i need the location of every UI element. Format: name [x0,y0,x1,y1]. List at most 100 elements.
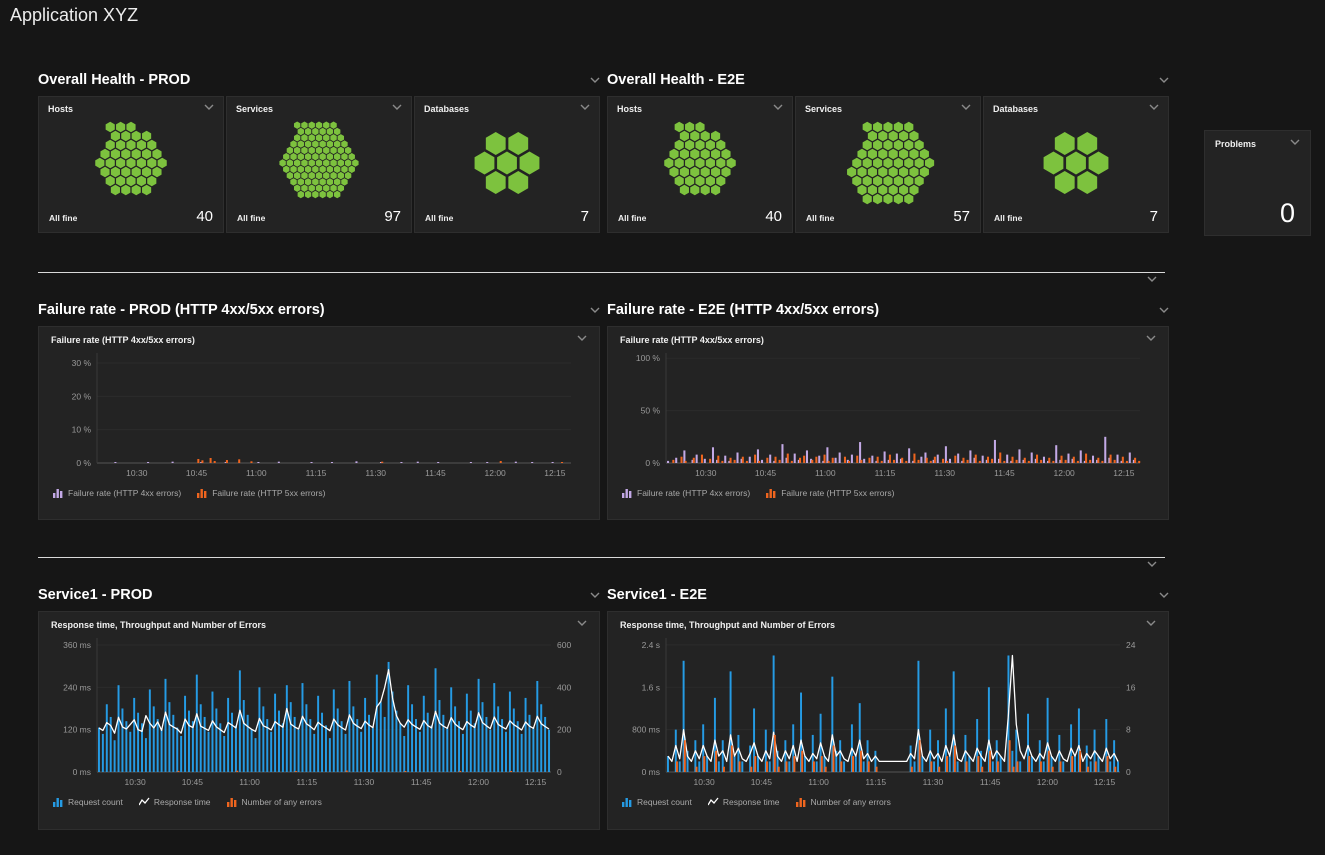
legend-item[interactable]: Request count [622,797,692,807]
svg-text:11:45: 11:45 [425,468,446,478]
chevron-down-icon[interactable] [204,104,214,111]
svg-text:12:00: 12:00 [1054,468,1076,478]
health-tile-services[interactable]: Services All fine 97 [226,96,412,233]
legend-label: Failure rate (HTTP 5xx errors) [781,488,894,498]
failure-rate-chart-tile[interactable]: Failure rate (HTTP 4xx/5xx errors) 0 %10… [38,326,600,520]
chart-title: Response time, Throughput and Number of … [51,620,266,630]
legend-item[interactable]: Failure rate (HTTP 4xx errors) [622,488,750,498]
failure-rate-chart-tile[interactable]: Failure rate (HTTP 4xx/5xx errors) 0 %50… [607,326,1169,520]
chevron-down-icon[interactable] [1147,561,1157,568]
chevron-down-icon[interactable] [590,592,600,599]
section-title: Failure rate - PROD (HTTP 4xx/5xx errors… [38,302,325,318]
chevron-down-icon[interactable] [577,335,587,342]
chevron-down-icon[interactable] [590,307,600,314]
failure-rate-chart-canvas[interactable]: 0 %10 %20 %30 %10:3010:4511:0011:1511:30… [51,345,587,481]
status-label: All fine [618,213,646,223]
svg-text:16: 16 [1126,682,1136,692]
legend-item[interactable]: Response time [708,797,780,807]
health-tile-services[interactable]: Services All fine 57 [795,96,981,233]
svg-text:24: 24 [1126,640,1136,650]
service-metrics-chart-canvas[interactable]: 0 ms800 ms1.6 s2.4 s08162410:3010:4511:0… [620,630,1156,790]
svg-text:10:45: 10:45 [755,468,777,478]
chevron-down-icon[interactable] [1159,592,1169,599]
service-metrics-chart-tile[interactable]: Response time, Throughput and Number of … [607,611,1169,830]
legend-item[interactable]: Failure rate (HTTP 5xx errors) [197,488,325,498]
chevron-down-icon[interactable] [1159,307,1169,314]
svg-text:30 %: 30 % [72,358,92,368]
section-title: Overall Health - PROD [38,72,190,88]
svg-text:200: 200 [557,725,571,735]
dashboard: Application XYZ Overall Health - PROD Ho… [0,0,1325,855]
entity-count: 40 [196,208,213,225]
health-tile-hosts[interactable]: Hosts All fine 40 [607,96,793,233]
svg-text:11:30: 11:30 [354,777,375,787]
status-label: All fine [425,213,453,223]
hexagon-health-grid [805,121,971,205]
svg-text:800 ms: 800 ms [632,725,660,735]
chevron-down-icon[interactable] [580,104,590,111]
chevron-down-icon[interactable] [392,104,402,111]
tile-title: Hosts [617,104,642,114]
entity-count: 57 [953,208,970,225]
legend-label: Failure rate (HTTP 5xx errors) [212,488,325,498]
service-metrics-chart-canvas[interactable]: 0 ms120 ms240 ms360 ms020040060010:3010:… [51,630,587,790]
service-metrics-chart-tile[interactable]: Response time, Throughput and Number of … [38,611,600,830]
health-tile-databases[interactable]: Databases All fine 7 [414,96,600,233]
legend-label: Number of any errors [811,797,891,807]
legend-item[interactable]: Number of any errors [227,797,322,807]
svg-text:20 %: 20 % [72,391,92,401]
section-title: Service1 - E2E [607,587,707,603]
legend-item[interactable]: Number of any errors [796,797,891,807]
svg-text:12:15: 12:15 [525,777,547,787]
legend-item[interactable]: Request count [53,797,123,807]
chevron-down-icon[interactable] [1146,335,1156,342]
legend-bars-icon [622,488,633,498]
chevron-down-icon[interactable] [590,77,600,84]
chevron-down-icon[interactable] [1149,104,1159,111]
svg-text:11:45: 11:45 [411,777,432,787]
svg-text:11:30: 11:30 [934,468,955,478]
svg-text:12:00: 12:00 [468,777,490,787]
chevron-down-icon[interactable] [1146,620,1156,627]
legend-label: Response time [154,797,211,807]
chart-legend: Request count Response time Number of any … [53,797,587,807]
hexagon-health-grid [617,121,783,205]
legend-item[interactable]: Response time [139,797,211,807]
svg-text:12:00: 12:00 [485,468,507,478]
hexagon-health-grid [993,121,1159,205]
svg-text:11:45: 11:45 [980,777,1001,787]
health-tile-databases[interactable]: Databases All fine 7 [983,96,1169,233]
chevron-down-icon[interactable] [1147,276,1157,283]
svg-text:10:30: 10:30 [126,468,148,478]
hexagon-health-grid [424,121,590,205]
svg-text:11:15: 11:15 [865,777,886,787]
failure-rate-chart-canvas[interactable]: 0 %50 %100 %10:3010:4511:0011:1511:3011:… [620,345,1156,481]
chevron-down-icon[interactable] [961,104,971,111]
entity-count: 7 [581,208,589,225]
legend-bars-icon [766,488,777,498]
entity-count: 7 [1150,208,1158,225]
hexagon-health-grid [236,121,402,205]
svg-text:11:00: 11:00 [815,468,836,478]
svg-text:12:00: 12:00 [1037,777,1059,787]
svg-text:12:15: 12:15 [1113,468,1135,478]
chevron-down-icon[interactable] [773,104,783,111]
svg-text:10 %: 10 % [72,425,92,435]
chart-legend: Request count Response time Number of any … [622,797,1156,807]
chevron-down-icon[interactable] [1290,139,1300,146]
problems-tile[interactable]: Problems 0 [1204,130,1311,236]
svg-text:11:30: 11:30 [923,777,944,787]
tile-title: Hosts [48,104,73,114]
legend-item[interactable]: Failure rate (HTTP 4xx errors) [53,488,181,498]
legend-item[interactable]: Failure rate (HTTP 5xx errors) [766,488,894,498]
legend-bars-icon [53,488,64,498]
svg-text:11:45: 11:45 [994,468,1015,478]
chart-legend: Failure rate (HTTP 4xx errors) Failure ra… [622,488,1156,498]
chart-title: Response time, Throughput and Number of … [620,620,835,630]
chevron-down-icon[interactable] [577,620,587,627]
chevron-down-icon[interactable] [1159,77,1169,84]
svg-text:10:45: 10:45 [182,777,204,787]
svg-text:240 ms: 240 ms [63,682,91,692]
chart-legend: Failure rate (HTTP 4xx errors) Failure ra… [53,488,587,498]
health-tile-hosts[interactable]: Hosts All fine 40 [38,96,224,233]
